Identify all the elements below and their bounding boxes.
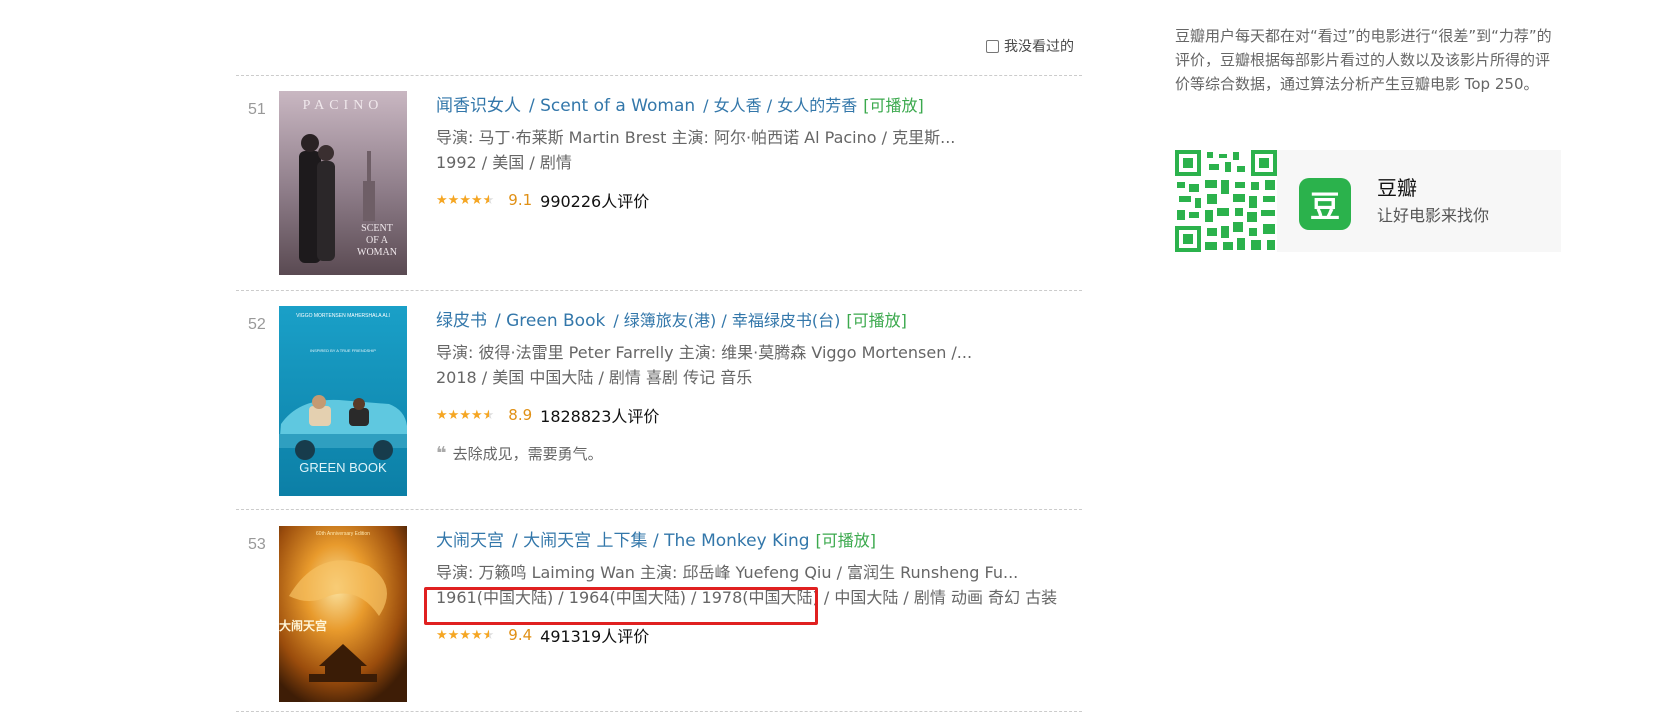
poster-title-bottom: 大闹天宫 xyxy=(279,618,327,633)
movie-other-title[interactable]: / Scent of a Woman xyxy=(529,96,695,116)
movie-alt-titles[interactable]: / 女人香 / 女人的芳香 xyxy=(703,92,857,116)
quote-icon: ❝ xyxy=(436,443,447,464)
movie-credits: 导演: 万籁鸣 Laiming Wan 主演: 邱岳峰 Yuefeng Qiu … xyxy=(436,563,1019,582)
rating-stars: ★ ★ ★ ★ ★ xyxy=(436,629,494,642)
star-icon: ★ xyxy=(470,627,483,643)
star-icon: ★ xyxy=(436,192,448,208)
rating-score: 8.9 xyxy=(508,406,533,424)
app-name: 豆瓣 xyxy=(1377,176,1417,200)
divider xyxy=(236,75,1082,76)
movie-title-row: 闻香识女人 / Scent of a Woman / 女人香 / 女人的芳香 [… xyxy=(436,91,1076,116)
divider xyxy=(236,290,1082,291)
qr-code-icon xyxy=(1175,150,1277,252)
star-icon: ★ xyxy=(447,407,460,423)
playable-link[interactable]: [可播放] xyxy=(816,527,877,551)
monkey-king-poster[interactable]: 60th Anniversary Edition 大闹天宫 xyxy=(279,526,407,702)
rating-row: ★ ★ ★ ★ ★ 8.9 1828823人评价 xyxy=(436,405,1076,426)
movie-item: 52 VIGGO MORTENSEN MAHERSHALA ALI INSPIR… xyxy=(236,306,1082,496)
half-star-icon: ★ xyxy=(482,192,495,208)
scent-of-a-woman-poster[interactable]: PACINO SCENT OF A WOMAN xyxy=(279,91,407,275)
divider xyxy=(236,711,1082,712)
rating-count: 1828823人评价 xyxy=(540,407,660,426)
poster-title-top: VIGGO MORTENSEN MAHERSHALA ALI xyxy=(296,313,390,319)
movie-other-title[interactable]: / 大闹天宫 上下集 / The Monkey King xyxy=(512,526,810,551)
poster-title-top: 60th Anniversary Edition xyxy=(316,531,370,537)
rank-number: 51 xyxy=(248,101,266,118)
highlight-box xyxy=(424,587,818,625)
rank-number: 53 xyxy=(248,536,266,553)
unwatched-filter[interactable]: 我没看过的 xyxy=(986,36,1074,56)
douban-app-icon: 豆 xyxy=(1299,178,1351,230)
movie-info: 1992 / 美国 / 剧情 xyxy=(436,153,572,172)
star-icon: ★ xyxy=(459,192,471,208)
rating-count: 990226人评价 xyxy=(540,192,650,211)
rating-row: ★ ★ ★ ★ ★ 9.4 491319人评价 xyxy=(436,625,1076,646)
half-star-icon: ★ xyxy=(482,407,495,423)
rating-stars: ★ ★ ★ ★ ★ xyxy=(436,194,494,207)
rating-row: ★ ★ ★ ★ ★ 9.1 990226人评价 xyxy=(436,190,1076,211)
movie-other-title[interactable]: / Green Book xyxy=(495,311,605,331)
movie-item: 51 PACINO SCENT OF A WOMAN 闻香识女人 / Scent… xyxy=(236,91,1082,276)
movie-title-link[interactable]: 大闹天宫 xyxy=(436,526,504,551)
divider xyxy=(236,509,1082,510)
movie-info-rest: / 中国大陆 / 剧情 动画 奇幻 古装 xyxy=(818,588,1058,607)
star-icon: ★ xyxy=(470,407,483,423)
movie-title-link[interactable]: 绿皮书 xyxy=(436,306,487,331)
star-icon: ★ xyxy=(436,407,448,423)
svg-text:INSPIRED BY A TRUE FRIENDSHIP: INSPIRED BY A TRUE FRIENDSHIP xyxy=(310,348,376,353)
poster-title-top: PACINO xyxy=(303,98,384,113)
movie-title-link[interactable]: 闻香识女人 xyxy=(436,91,521,116)
poster-title-bottom: GREEN BOOK xyxy=(299,460,387,475)
app-download-card[interactable]: 豆 豆瓣 让好电影来找你 xyxy=(1175,150,1561,252)
movie-quote: ❝ 去除成见，需要勇气。 xyxy=(436,443,1076,464)
half-star-icon: ★ xyxy=(482,627,495,643)
app-slogan: 让好电影来找你 xyxy=(1377,206,1490,225)
rating-stars: ★ ★ ★ ★ ★ xyxy=(436,409,494,422)
svg-text:WOMAN: WOMAN xyxy=(357,247,397,258)
rating-score: 9.4 xyxy=(508,626,533,644)
star-icon: ★ xyxy=(447,627,460,643)
star-icon: ★ xyxy=(447,192,460,208)
unwatched-filter-label: 我没看过的 xyxy=(1004,39,1074,55)
rank-number: 52 xyxy=(248,316,266,333)
svg-text:SCENT: SCENT xyxy=(361,223,393,234)
unwatched-checkbox[interactable] xyxy=(986,39,999,53)
playable-link[interactable]: [可播放] xyxy=(846,307,907,331)
svg-text:OF A: OF A xyxy=(366,235,389,246)
douban-app-icon-glyph: 豆 xyxy=(1310,190,1340,225)
sidebar: 豆瓣用户每天都在对“看过”的电影进行“很差”到“力荐”的评价，豆瓣根据每部影片看… xyxy=(1175,24,1561,252)
star-icon: ★ xyxy=(459,407,471,423)
star-icon: ★ xyxy=(459,627,471,643)
top250-description: 豆瓣用户每天都在对“看过”的电影进行“很差”到“力荐”的评价，豆瓣根据每部影片看… xyxy=(1175,27,1552,93)
movie-title-row: 大闹天宫 / 大闹天宫 上下集 / The Monkey King [可播放] xyxy=(436,526,1076,551)
movie-alt-titles[interactable]: / 绿簿旅友(港) / 幸福绿皮书(台) xyxy=(613,307,840,331)
green-book-poster[interactable]: VIGGO MORTENSEN MAHERSHALA ALI INSPIRED … xyxy=(279,306,407,496)
movie-credits: 导演: 彼得·法雷里 Peter Farrelly 主演: 维果·莫腾森 Vig… xyxy=(436,343,973,362)
rating-score: 9.1 xyxy=(508,191,533,209)
star-icon: ★ xyxy=(436,627,448,643)
movie-quote-text: 去除成见，需要勇气。 xyxy=(452,445,603,463)
star-icon: ★ xyxy=(470,192,483,208)
movie-title-row: 绿皮书 / Green Book / 绿簿旅友(港) / 幸福绿皮书(台) [可… xyxy=(436,306,1076,331)
rating-count: 491319人评价 xyxy=(540,627,650,646)
playable-link[interactable]: [可播放] xyxy=(863,92,924,116)
movie-info: 2018 / 美国 中国大陆 / 剧情 喜剧 传记 音乐 xyxy=(436,368,753,387)
movie-credits: 导演: 马丁·布莱斯 Martin Brest 主演: 阿尔·帕西诺 Al Pa… xyxy=(436,128,956,147)
